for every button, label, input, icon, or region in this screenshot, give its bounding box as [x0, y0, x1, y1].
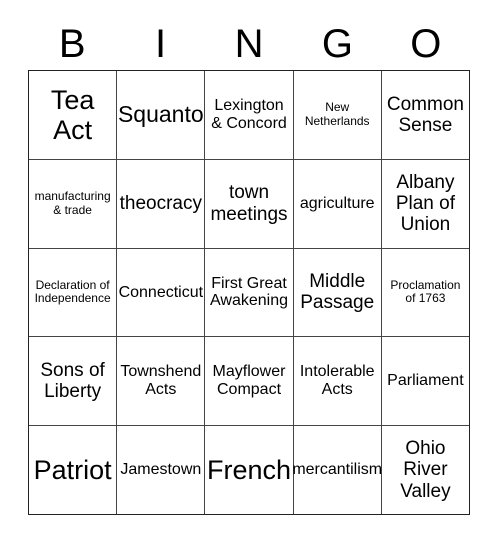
bingo-cell[interactable]: Ohio River Valley: [380, 426, 469, 514]
bingo-header-letter-i: I: [155, 22, 167, 66]
bingo-cell[interactable]: town meetings: [204, 159, 292, 248]
bingo-header-row: B I N G O: [28, 18, 470, 70]
bingo-cell[interactable]: Squanto: [116, 71, 204, 159]
bingo-cell[interactable]: Connecticut: [116, 248, 204, 337]
bingo-cell[interactable]: Parliament: [380, 337, 469, 426]
bingo-row: Sons of Liberty Townshend Acts Mayflower…: [29, 336, 469, 426]
bingo-cell[interactable]: Tea Act: [29, 71, 116, 159]
bingo-cell[interactable]: French: [204, 426, 292, 514]
bingo-header-letter-b: B: [58, 22, 86, 66]
bingo-header-letter-n: N: [234, 22, 264, 66]
bingo-cell[interactable]: Townshend Acts: [116, 337, 204, 426]
bingo-cell[interactable]: theocracy: [116, 159, 204, 248]
bingo-header-letter-o: O: [410, 22, 442, 66]
bingo-cell[interactable]: Lexington & Concord: [204, 71, 292, 159]
bingo-cell[interactable]: Mayflower Compact: [204, 337, 292, 426]
bingo-cell[interactable]: Declaration of Independence: [29, 249, 116, 337]
bingo-grid: Tea Act Squanto Lexington & Concord New …: [28, 70, 470, 515]
bingo-cell[interactable]: Proclamation of 1763: [380, 248, 469, 337]
bingo-cell[interactable]: Sons of Liberty: [29, 337, 116, 425]
bingo-cell[interactable]: Jamestown: [116, 426, 204, 514]
bingo-cell[interactable]: agriculture: [292, 159, 381, 248]
bingo-header-letter-g: G: [321, 22, 353, 66]
bingo-row: Tea Act Squanto Lexington & Concord New …: [29, 71, 469, 159]
bingo-cell[interactable]: mercantilism: [292, 426, 382, 514]
bingo-row: manufacturing & trade theocracy town mee…: [29, 158, 469, 248]
bingo-cell[interactable]: Intolerable Acts: [292, 337, 381, 426]
bingo-cell[interactable]: Middle Passage: [292, 248, 381, 337]
bingo-cell[interactable]: New Netherlands: [292, 71, 381, 159]
bingo-cell[interactable]: Patriot: [29, 426, 116, 514]
bingo-cell[interactable]: manufacturing & trade: [29, 160, 116, 248]
bingo-row: Declaration of Independence Connecticut …: [29, 247, 469, 337]
bingo-cell[interactable]: Common Sense: [380, 71, 469, 159]
bingo-cell[interactable]: Albany Plan of Union: [380, 159, 469, 248]
bingo-row: Patriot Jamestown French mercantilism Oh…: [29, 425, 469, 514]
bingo-cell[interactable]: First Great Awakening: [204, 248, 292, 337]
bingo-card: B I N G O Tea Act Squanto Lexington & Co…: [0, 0, 500, 544]
